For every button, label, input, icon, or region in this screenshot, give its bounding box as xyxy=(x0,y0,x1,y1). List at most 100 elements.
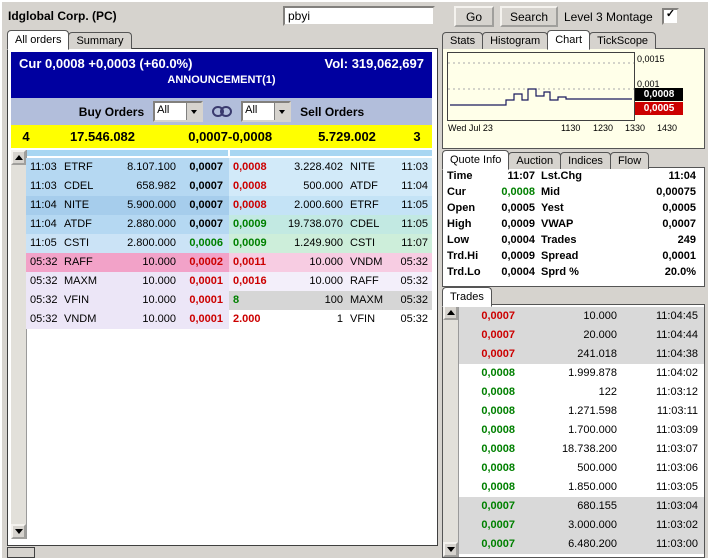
buy-price: 0,0007 xyxy=(176,177,229,196)
trade-price: 0,0008 xyxy=(459,440,515,459)
trade-price: 0,0008 xyxy=(459,459,515,478)
book-sell-side[interactable]: 0,001110.000VNDM05:32 xyxy=(229,253,432,272)
trade-row: 0,00076.480.20011:03:00 xyxy=(459,535,704,554)
tab-quote-info[interactable]: Quote Info xyxy=(442,150,509,170)
trades-tabs: Trades xyxy=(442,287,491,306)
tab-summary[interactable]: Summary xyxy=(68,32,131,49)
buy-size: 2.880.000 xyxy=(108,215,176,234)
book-scroll-up-button[interactable] xyxy=(11,150,26,165)
buy-price: 0,0007 xyxy=(176,158,229,177)
sell-time: 11:03 xyxy=(390,158,432,177)
buy-time: 05:32 xyxy=(30,310,64,329)
book-scroll-down-button[interactable] xyxy=(11,524,26,539)
announcement-bar[interactable]: ANNOUNCEMENT(1) xyxy=(11,74,432,86)
book-row[interactable]: 05:32MAXM10.0000,00010,001610.000RAFF05:… xyxy=(26,272,432,291)
sell-time: 05:32 xyxy=(390,310,432,329)
price-chart: 0,0015 0,001 0,0008 0,0005 Wed Jul 23 11… xyxy=(442,48,705,149)
sell-size: 100 xyxy=(277,291,343,310)
book-buy-side[interactable]: 11:04ATDF2.880.0000,0007 xyxy=(26,215,229,234)
buy-filter-dropdown-arrow[interactable] xyxy=(186,103,201,120)
book-row[interactable]: 11:03CDEL658.9820,00070,0008500.000ATDF1… xyxy=(26,177,432,196)
chart-svg xyxy=(448,53,634,120)
trade-price: 0,0007 xyxy=(459,535,515,554)
book-row[interactable]: 05:32VNDM10.0000,00012.0001VFIN05:32 xyxy=(26,310,432,329)
trade-row: 0,00081.999.87811:04:02 xyxy=(459,364,704,383)
buy-order-count: 4 xyxy=(11,125,41,148)
sell-filter-value: All xyxy=(243,103,274,120)
buy-size: 10.000 xyxy=(108,310,176,329)
book-sell-side[interactable]: 0,000919.738.070CDEL11:05 xyxy=(229,215,432,234)
spacer xyxy=(343,272,350,291)
tab-trades[interactable]: Trades xyxy=(442,287,492,307)
book-buy-side[interactable]: 11:05CSTI2.800.0000,0006 xyxy=(26,234,229,253)
buy-size: 8.107.100 xyxy=(108,158,176,177)
tab-all-orders[interactable]: All orders xyxy=(7,30,69,50)
tab-stats[interactable]: Stats xyxy=(442,32,483,49)
level3-montage-label: Level 3 Montage xyxy=(564,10,653,24)
spacer xyxy=(343,158,350,177)
book-buy-side[interactable]: 05:32VFIN10.0000,0001 xyxy=(26,291,229,310)
book-row[interactable]: 11:05CSTI2.800.0000,00060,00091.249.900C… xyxy=(26,234,432,253)
sell-filter-dropdown-arrow[interactable] xyxy=(274,103,289,120)
book-buy-side[interactable]: 05:32RAFF10.0000,0002 xyxy=(26,253,229,272)
book-sell-side[interactable]: 0,00091.249.900CSTI11:07 xyxy=(229,234,432,253)
trade-size: 1.999.878 xyxy=(515,364,617,383)
book-sell-side[interactable]: 0,00083.228.402NITE11:03 xyxy=(229,158,432,177)
x-axis-label-1430: 1430 xyxy=(657,123,677,133)
book-sell-side[interactable]: 8100MAXM05:32 xyxy=(229,291,432,310)
book-scrollbar[interactable] xyxy=(11,150,27,539)
book-row[interactable]: 05:32VFIN10.0000,00018100MAXM05:32 xyxy=(26,291,432,310)
sell-price: 0,0008 xyxy=(233,158,277,177)
book-row[interactable]: 11:03ETRF8.107.1000,00070,00083.228.402N… xyxy=(26,158,432,177)
trades-scroll-down-button[interactable] xyxy=(443,542,458,557)
quote-label: Lst.Chg xyxy=(541,168,597,184)
book-sell-side[interactable]: 0,0008500.000ATDF11:04 xyxy=(229,177,432,196)
tab-indices[interactable]: Indices xyxy=(560,152,611,169)
search-button[interactable]: Search xyxy=(500,6,558,27)
book-row[interactable]: 11:04NITE5.900.0000,00070,00082.000.600E… xyxy=(26,196,432,215)
sell-time: 05:32 xyxy=(390,291,432,310)
tab-chart[interactable]: Chart xyxy=(547,30,590,50)
trade-price: 0,0008 xyxy=(459,478,515,497)
tab-histogram[interactable]: Histogram xyxy=(482,32,548,49)
book-buy-side[interactable]: 05:32MAXM10.0000,0001 xyxy=(26,272,229,291)
link-orders-icon[interactable] xyxy=(212,106,232,117)
go-button[interactable]: Go xyxy=(454,6,494,27)
buy-orders-filter[interactable]: All xyxy=(153,101,203,122)
book-sell-side[interactable]: 0,00082.000.600ETRF11:05 xyxy=(229,196,432,215)
quote-label: Sprd % xyxy=(541,264,597,280)
book-buy-side[interactable]: 11:03ETRF8.107.1000,0007 xyxy=(26,158,229,177)
book-row[interactable]: 05:32RAFF10.0000,00020,001110.000VNDM05:… xyxy=(26,253,432,272)
level3-montage-checkbox[interactable] xyxy=(662,8,679,25)
book-buy-side[interactable]: 11:03CDEL658.9820,0007 xyxy=(26,177,229,196)
book-sell-side[interactable]: 0,001610.000RAFF05:32 xyxy=(229,272,432,291)
trades-scrollbar[interactable] xyxy=(443,305,459,557)
tab-tickscope[interactable]: TickScope xyxy=(589,32,656,49)
scroll-stub[interactable] xyxy=(7,547,35,558)
buy-price: 0,0002 xyxy=(176,253,229,272)
sell-price: 0,0008 xyxy=(233,196,277,215)
sell-orders-filter[interactable]: All xyxy=(241,101,291,122)
trades-scroll-up-button[interactable] xyxy=(443,305,458,320)
sell-orders-label: Sell Orders xyxy=(300,105,364,119)
buy-size: 2.800.000 xyxy=(108,234,176,253)
book-buy-side[interactable]: 11:04NITE5.900.0000,0007 xyxy=(26,196,229,215)
sell-mpid: VFIN xyxy=(350,310,390,329)
price-line xyxy=(450,89,632,105)
sell-column-strip xyxy=(230,150,432,156)
buy-size: 658.982 xyxy=(108,177,176,196)
trade-price: 0,0008 xyxy=(459,383,515,402)
sell-time: 05:32 xyxy=(390,272,432,291)
symbol-input[interactable] xyxy=(283,6,435,26)
quote-value: 249 xyxy=(597,232,700,248)
quote-row: Open0,0005Yest0,0005 xyxy=(443,200,704,216)
book-row[interactable]: 11:04ATDF2.880.0000,00070,000919.738.070… xyxy=(26,215,432,234)
book-buy-side[interactable]: 05:32VNDM10.0000,0001 xyxy=(26,310,229,329)
buy-mpid: ATDF xyxy=(64,215,108,234)
sell-size: 1.249.900 xyxy=(277,234,343,253)
trade-time: 11:03:11 xyxy=(617,402,704,421)
tab-flow[interactable]: Flow xyxy=(610,152,649,169)
buy-price: 0,0001 xyxy=(176,272,229,291)
tab-auction[interactable]: Auction xyxy=(508,152,561,169)
book-sell-side[interactable]: 2.0001VFIN05:32 xyxy=(229,310,432,329)
